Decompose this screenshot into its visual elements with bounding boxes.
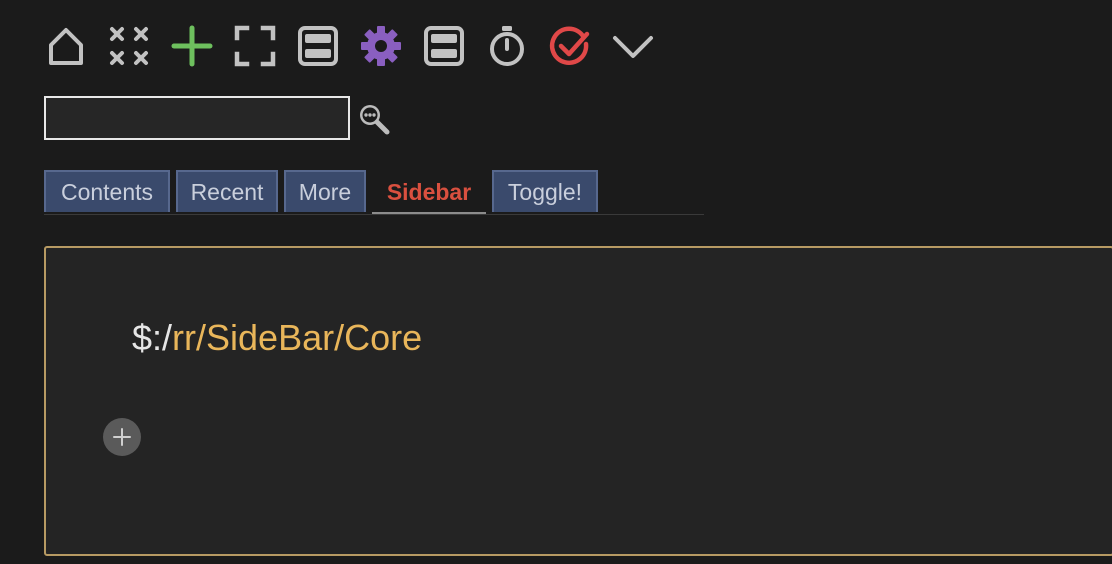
tab-content-panel: $:/rr/SideBar/Core [44, 246, 1112, 556]
layout-icon [298, 26, 338, 66]
timer-button[interactable] [483, 22, 531, 70]
advanced-search-button[interactable] [357, 102, 391, 136]
close-all-button[interactable] [105, 22, 153, 70]
storyview-icon [424, 26, 464, 66]
plus-icon [113, 428, 131, 446]
tasks-button[interactable] [546, 22, 594, 70]
timer-icon [490, 26, 524, 66]
tab-contents[interactable]: Contents [44, 170, 170, 212]
tiddler-path: $:/rr/SideBar/Core [132, 314, 422, 362]
new-tiddler-button[interactable] [168, 22, 216, 70]
sidebar-page: Contents Recent More Sidebar Toggle! $:/… [0, 0, 1112, 564]
chevron-down-icon [613, 36, 653, 58]
home-icon [49, 28, 83, 65]
more-actions-button[interactable] [609, 22, 657, 70]
gear-icon [361, 26, 401, 66]
tab-sidebar[interactable]: Sidebar [372, 170, 486, 214]
advanced-search-icon [360, 105, 390, 135]
sidebar-tabs: Contents Recent More Sidebar Toggle! [44, 170, 704, 215]
new-tiddler-icon [171, 25, 213, 67]
full-screen-icon [234, 25, 276, 67]
home-button[interactable] [42, 22, 90, 70]
search-input[interactable] [44, 96, 350, 140]
control-panel-button[interactable] [357, 22, 405, 70]
page-toolbar [42, 22, 672, 70]
check-circle-icon [549, 26, 590, 65]
close-all-icon [110, 27, 148, 65]
tab-more[interactable]: More [284, 170, 366, 212]
path-link[interactable]: rr/SideBar/Core [172, 317, 422, 358]
full-screen-button[interactable] [231, 22, 279, 70]
storyview-button[interactable] [420, 22, 468, 70]
tab-recent[interactable]: Recent [176, 170, 278, 212]
tab-toggle[interactable]: Toggle! [492, 170, 598, 212]
search-bar [44, 96, 391, 140]
add-button[interactable] [103, 418, 141, 456]
path-prefix: $:/ [132, 317, 173, 358]
layout-button[interactable] [294, 22, 342, 70]
